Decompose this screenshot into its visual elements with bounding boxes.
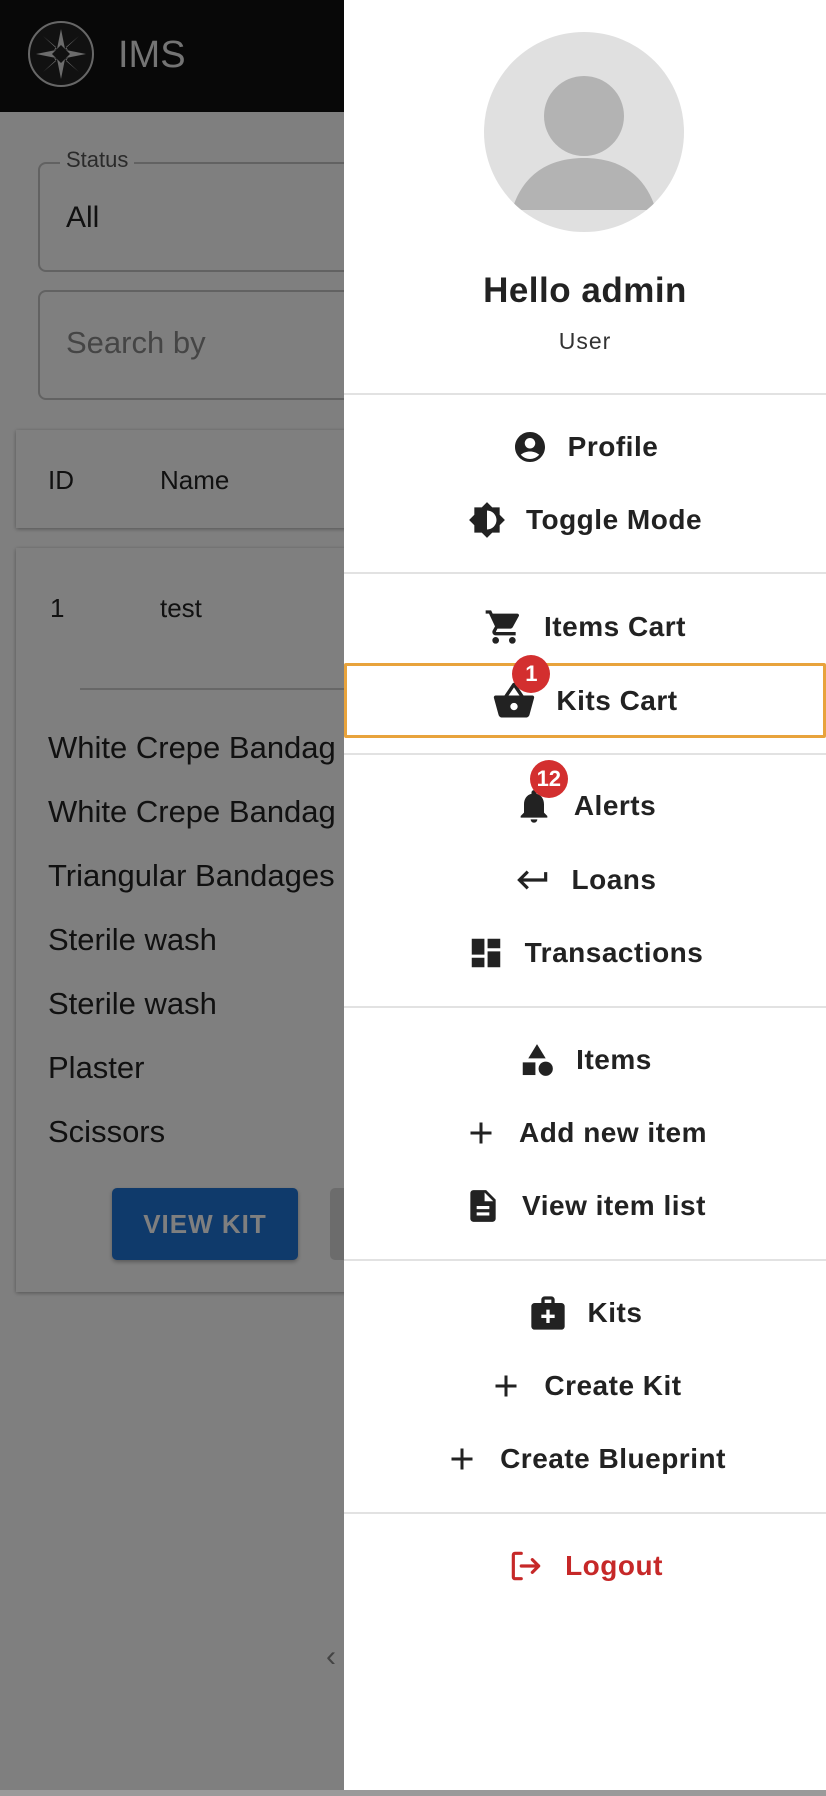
menu-item-label: Items [576, 1044, 652, 1075]
bell-icon-wrap: 12 [514, 760, 568, 826]
menu-item-label: Items Cart [544, 611, 686, 642]
menu-item-label: Create Blueprint [500, 1443, 726, 1474]
menu-item-label: Alerts [573, 790, 657, 821]
brightness-icon [469, 502, 505, 538]
menu-item-profile[interactable]: Profile [344, 411, 826, 483]
plus-icon [470, 1122, 492, 1144]
menu-item-create-blueprint[interactable]: Create Blueprint [344, 1423, 826, 1495]
plus-icon [495, 1375, 517, 1397]
basket-icon-wrap: 1 [492, 654, 551, 723]
menu-item-kits[interactable]: Kits [344, 1277, 826, 1349]
menu-item-create-kit[interactable]: Create Kit [344, 1350, 826, 1422]
document-icon [470, 1190, 496, 1222]
menu-item-label: Add new item [518, 1117, 707, 1148]
menu-item-loans[interactable]: Loans [344, 844, 826, 916]
menu-item-items[interactable]: Items [344, 1024, 826, 1096]
menu-item-label: Kits [587, 1297, 643, 1328]
user-role: User [558, 328, 612, 354]
dashboard-icon [471, 938, 500, 968]
account-circle-icon [514, 432, 545, 462]
shapes-icon [522, 1044, 554, 1076]
menu-item-view-item-list[interactable]: View item list [344, 1170, 826, 1242]
menu-item-label: Transactions [524, 937, 704, 968]
logout-icon [511, 1551, 541, 1581]
greeting: Hello admin [483, 271, 687, 310]
menu-item-logout[interactable]: Logout [344, 1530, 826, 1602]
menu-item-label: Toggle Mode [525, 504, 703, 535]
menu-item-label: View item list [522, 1190, 706, 1221]
bottom-edge [0, 1790, 826, 1796]
medical-bag-icon [530, 1296, 565, 1330]
drawer-divider [344, 1512, 826, 1514]
drawer-divider [344, 1006, 826, 1008]
drawer-divider [344, 393, 826, 395]
menu-item-label: Profile [567, 431, 659, 462]
drawer-divider [344, 753, 826, 755]
menu-item-label: Create Kit [544, 1370, 682, 1401]
menu-item-label: Kits Cart [556, 684, 678, 716]
drawer-divider [344, 1259, 826, 1261]
menu-item-transactions[interactable]: Transactions [344, 917, 826, 989]
menu-item-items-cart[interactable]: Items Cart [344, 591, 826, 663]
menu-item-label: Logout [565, 1550, 663, 1581]
menu-item-label: Loans [571, 864, 657, 895]
menu-item-toggle-mode[interactable]: Toggle Mode [344, 484, 826, 556]
avatar [484, 32, 684, 232]
cart-icon [485, 610, 520, 644]
menu-item-add-new-item[interactable]: Add new item [344, 1097, 826, 1169]
kits-cart-badge: 1 [512, 654, 551, 693]
return-arrow-icon [516, 870, 547, 890]
menu-item-alerts[interactable]: 12 Alerts [344, 760, 826, 842]
drawer-divider [344, 572, 826, 574]
alerts-badge: 12 [529, 760, 568, 798]
menu-item-kits-cart[interactable]: 1 Kits Cart [344, 654, 826, 738]
plus-icon [451, 1448, 473, 1470]
